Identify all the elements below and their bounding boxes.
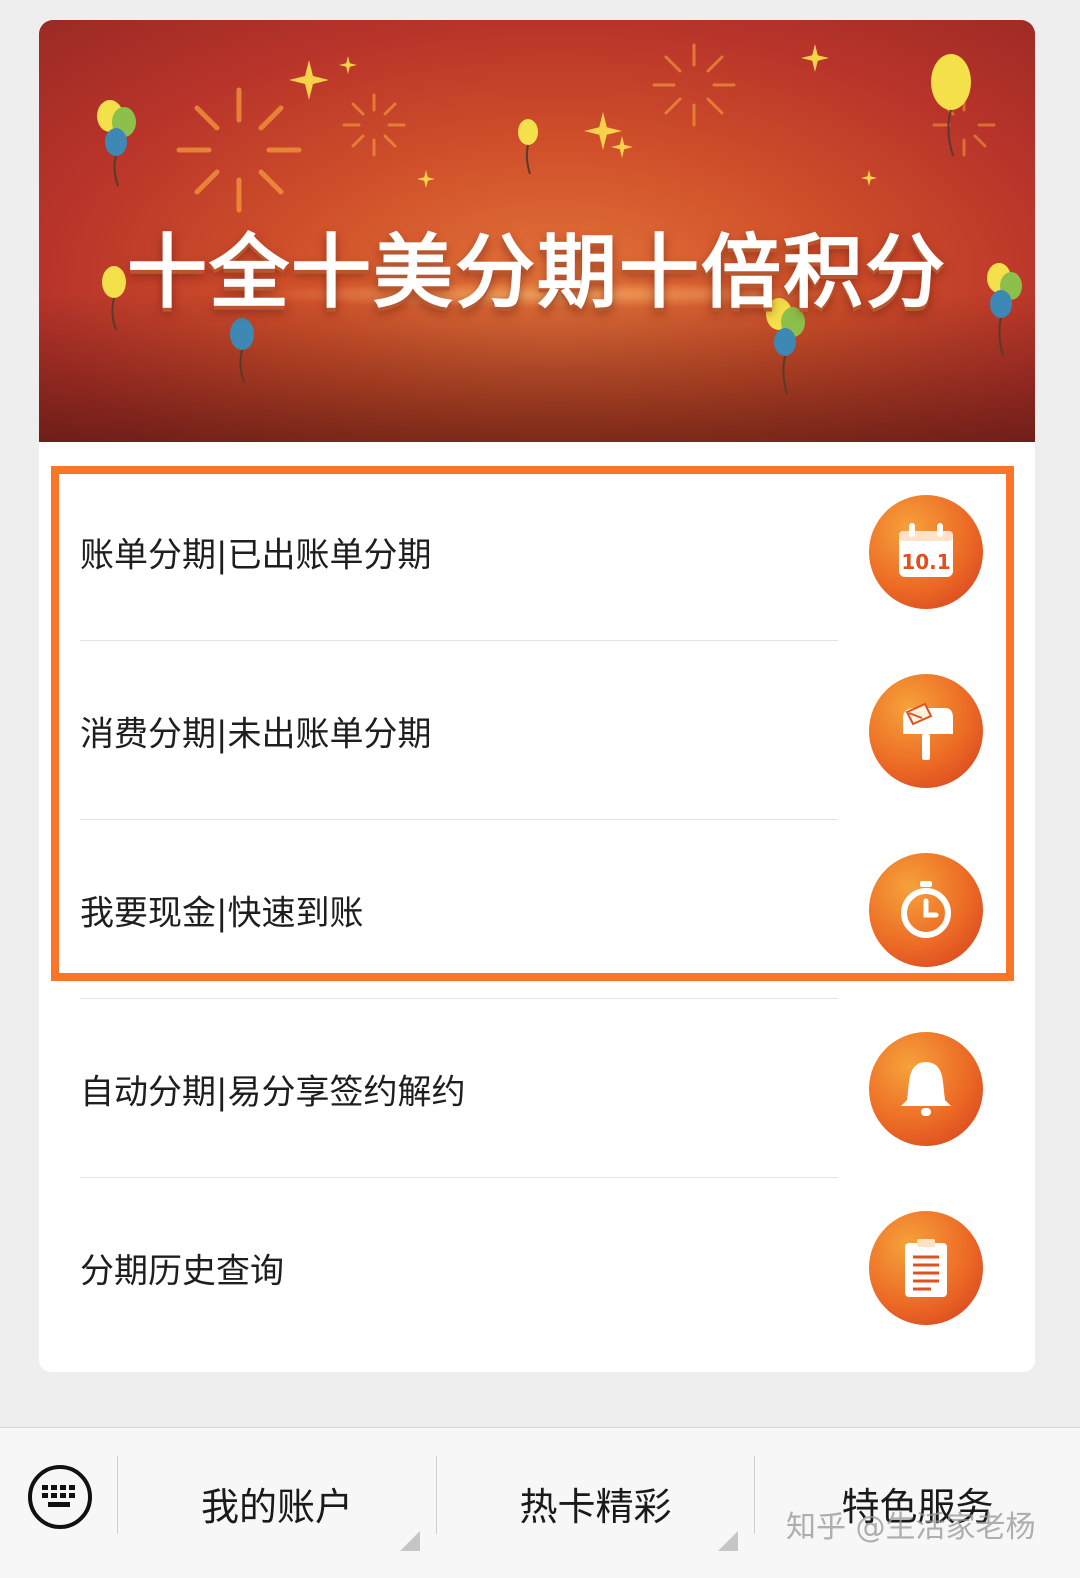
submenu-indicator-icon: [400, 1531, 420, 1551]
balloon-left-blue-decoration: [230, 318, 254, 383]
tab-hot-cards[interactable]: 热卡精彩: [437, 1428, 754, 1578]
tab-my-account[interactable]: 我的账户: [118, 1428, 436, 1578]
clipboard-icon: [869, 1210, 983, 1325]
calendar-date-text: 10.1: [901, 550, 950, 574]
firework-right-decoration: [652, 43, 736, 127]
menu-item-label: 消费分期|未出账单分期: [80, 714, 432, 754]
stopwatch-icon: [869, 852, 983, 967]
balloon-mid-yellow-decoration: [518, 119, 538, 175]
submenu-indicator-icon: [718, 1531, 738, 1551]
sparkle-icon: [801, 44, 829, 72]
watermark-text: 知乎 @生活家老杨: [786, 1510, 1036, 1545]
sparkle-icon: [417, 170, 435, 188]
tab-label: 热卡精彩: [519, 1485, 672, 1529]
menu-item-consumption-installment[interactable]: 消费分期|未出账单分期: [39, 641, 1035, 820]
firework-small-decoration: [342, 93, 406, 157]
banner-title: 十全十美分期十倍积分: [127, 226, 947, 319]
sparkle-icon: [611, 136, 633, 158]
tab-label: 我的账户: [200, 1485, 353, 1529]
menu-item-installment-history[interactable]: 分期历史查询: [39, 1178, 1035, 1357]
balloon-top-right-decoration: [931, 54, 971, 157]
keyboard-icon[interactable]: [28, 1465, 92, 1529]
menu-item-cash-advance[interactable]: 我要现金|快速到账: [39, 820, 1035, 999]
calendar-icon: 10.1: [869, 494, 983, 609]
sparkle-icon: [339, 56, 357, 74]
sparkle-icon: [861, 170, 877, 186]
firework-left-decoration: [176, 87, 302, 213]
balloons-left-decoration: [97, 100, 136, 187]
menu-item-label: 分期历史查询: [80, 1251, 284, 1291]
menu-item-label: 自动分期|易分享签约解约: [80, 1072, 466, 1112]
promo-banner[interactable]: 十全十美分期十倍积分: [39, 20, 1035, 442]
mailbox-icon: [869, 673, 983, 788]
menu-item-bill-installment[interactable]: 账单分期|已出账单分期 10.1: [39, 462, 1035, 641]
menu-item-label: 我要现金|快速到账: [80, 893, 364, 933]
sparkle-icon: [289, 60, 329, 100]
bell-icon: [869, 1031, 983, 1146]
menu-item-auto-installment[interactable]: 自动分期|易分享签约解约: [39, 999, 1035, 1178]
menu-item-label: 账单分期|已出账单分期: [80, 535, 432, 575]
installment-menu: 账单分期|已出账单分期 10.1 消费分期|未出账单分期 我要现金|快速到账 自…: [39, 442, 1035, 1372]
